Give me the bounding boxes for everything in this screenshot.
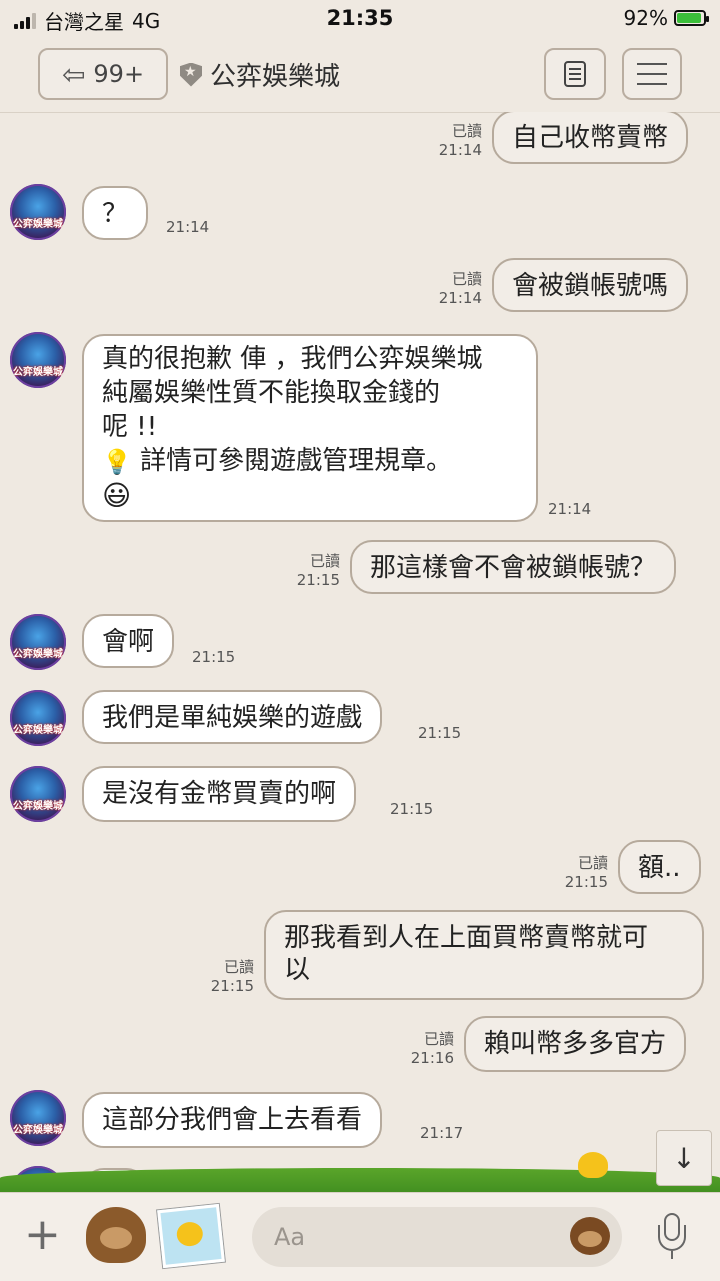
brown-bear-sticker-button[interactable] — [86, 1207, 146, 1263]
message-meta: 已讀 21:14 — [420, 122, 482, 160]
battery-percent: 92% — [623, 6, 668, 30]
message-bubble-incoming[interactable]: 會啊 — [82, 614, 175, 668]
message-bubble-incoming[interactable]: 是沒有金幣買賣的啊 — [82, 766, 357, 822]
contact-avatar[interactable]: 公弈娛樂城 — [10, 1090, 66, 1146]
avatar-label: 公弈娛樂城 — [13, 801, 63, 812]
read-receipt: 已讀 — [309, 552, 340, 570]
message-bubble-incoming[interactable]: 這部分我們會上去看看 — [82, 1092, 383, 1148]
message-bubble-outgoing[interactable]: 賴叫幣多多官方 — [464, 1016, 687, 1072]
message-meta: 已讀 21:15 — [192, 958, 254, 996]
message-line: 詳情可參閱遊戲管理規章。 — [140, 446, 453, 476]
notes-button[interactable] — [544, 48, 606, 100]
message-line: 純屬娛樂性質不能換取金錢的 — [102, 378, 441, 408]
contact-avatar[interactable]: 公弈娛樂城 — [10, 690, 66, 746]
back-button[interactable]: ⇦ 99+ — [38, 48, 168, 100]
message-meta: 已讀 21:16 — [392, 1030, 454, 1068]
message-bubble-outgoing[interactable]: 會被鎖帳號嗎 — [492, 258, 689, 312]
message-bubble-incoming[interactable]: 我們是單純娛樂的遊戲 — [82, 690, 383, 744]
chick-decoration-icon — [578, 1152, 608, 1178]
message-bubble-incoming[interactable]: ？ — [82, 186, 149, 240]
menu-button[interactable] — [622, 48, 682, 100]
message-time: 21:16 — [410, 1049, 454, 1067]
avatar-label: 公弈娛樂城 — [13, 649, 63, 660]
contact-avatar[interactable]: 公弈娛樂城 — [10, 614, 66, 670]
message-time: 21:14 — [438, 141, 482, 159]
read-receipt: 已讀 — [577, 854, 608, 872]
avatar-label: 公弈娛樂城 — [13, 725, 63, 736]
chat-title: 公弈娛樂城 — [180, 56, 340, 93]
unread-count: 99+ — [93, 60, 145, 88]
message-meta: 已讀 21:14 — [420, 270, 482, 308]
read-receipt: 已讀 — [223, 958, 254, 976]
message-bubble-outgoing[interactable]: 那我看到人在上面買幣賣幣就可 以 — [264, 910, 704, 1000]
message-time: 21:15 — [390, 800, 434, 818]
message-time: 21:17 — [420, 1124, 464, 1142]
clock: 21:35 — [326, 6, 394, 30]
message-line: 真的很抱歉 俥 ，我們公弈娛樂城 — [102, 344, 483, 374]
read-receipt: 已讀 — [451, 122, 482, 140]
photo-sticker-button[interactable] — [157, 1203, 225, 1269]
message-meta: 已讀 21:15 — [278, 552, 340, 590]
input-bar: + Aa — [0, 1192, 720, 1281]
read-receipt: 已讀 — [451, 270, 482, 288]
official-shield-icon — [180, 62, 202, 87]
message-time: 21:14 — [166, 218, 210, 236]
message-line: 那我看到人在上面買幣賣幣就可 — [284, 923, 649, 953]
avatar-label: 公弈娛樂城 — [13, 367, 63, 378]
hamburger-menu-icon — [637, 73, 667, 75]
chat-header: ⇦ 99+ 公弈娛樂城 — [0, 36, 720, 113]
message-time: 21:14 — [548, 500, 592, 518]
message-line-with-icon: 💡 詳情可參閱遊戲管理規章。 — [102, 444, 518, 479]
status-right: 92% — [623, 6, 709, 30]
battery-icon — [674, 10, 709, 26]
message-time: 21:15 — [210, 977, 254, 995]
message-meta: 已讀 21:15 — [546, 854, 608, 892]
contact-avatar[interactable]: 公弈娛樂城 — [10, 766, 66, 822]
message-line: 呢 !! — [102, 412, 158, 442]
message-time: 21:15 — [296, 571, 340, 589]
avatar-label: 公弈娛樂城 — [13, 1125, 63, 1136]
notes-icon — [564, 61, 586, 87]
message-time: 21:15 — [564, 873, 608, 891]
back-arrow-icon: ⇦ — [61, 57, 86, 91]
chat-title-text: 公弈娛樂城 — [210, 62, 341, 92]
lightbulb-icon: 💡 — [102, 447, 132, 476]
smiley-icon: 😃 — [102, 479, 132, 512]
message-time: 21:15 — [418, 724, 462, 742]
message-bubble-incoming[interactable]: 真的很抱歉 俥 ，我們公弈娛樂城 純屬娛樂性質不能換取金錢的 呢 !! 💡 詳情… — [82, 334, 538, 522]
message-line: 以 — [284, 955, 311, 985]
plus-icon[interactable]: + — [24, 1213, 61, 1257]
message-time: 21:14 — [438, 289, 482, 307]
message-bubble-outgoing[interactable]: 自己收幣賣幣 — [492, 112, 689, 164]
contact-avatar[interactable]: 公弈娛樂城 — [10, 184, 66, 240]
message-time: 21:15 — [192, 648, 236, 666]
message-input[interactable]: Aa — [252, 1207, 622, 1267]
message-bubble-outgoing[interactable]: 額.. — [618, 840, 701, 894]
chat-area[interactable]: 已讀 21:14 自己收幣賣幣 公弈娛樂城 ？ 21:14 已讀 21:14 會… — [0, 112, 720, 1192]
contact-avatar[interactable]: 公弈娛樂城 — [10, 332, 66, 388]
scroll-to-bottom-button[interactable]: ↓ — [656, 1130, 712, 1186]
emoji-sticker-icon[interactable] — [570, 1217, 610, 1255]
avatar-label: 公弈娛樂城 — [13, 219, 63, 230]
microphone-icon[interactable] — [658, 1213, 686, 1259]
message-bubble-outgoing[interactable]: 那這樣會不會被鎖帳號？ — [350, 540, 677, 594]
read-receipt: 已讀 — [423, 1030, 454, 1048]
status-bar: 台灣之星 4G 21:35 92% — [0, 0, 720, 36]
